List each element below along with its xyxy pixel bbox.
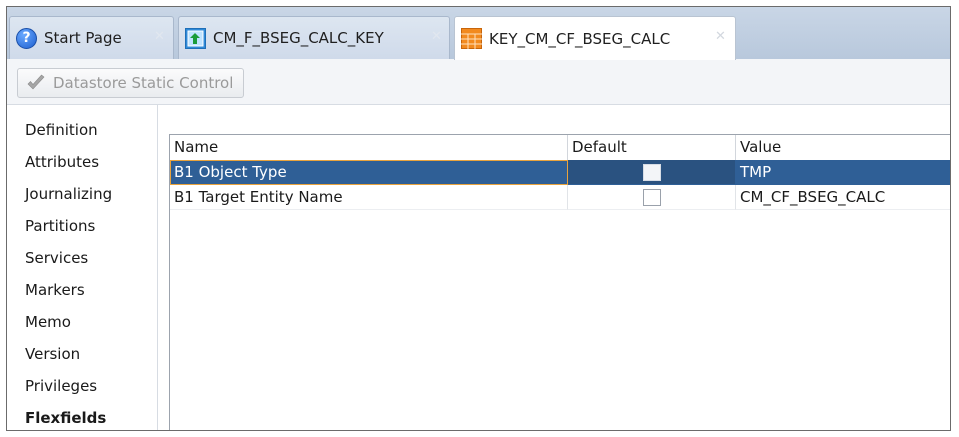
flexfield-name-cell[interactable]: B1 Target Entity Name xyxy=(170,185,568,210)
sidebar-item-partitions[interactable]: Partitions xyxy=(25,211,95,241)
close-icon[interactable]: ✕ xyxy=(431,29,442,44)
flexfields-panel: Name Default Value B1 Object Type TMP B1… xyxy=(158,105,950,430)
sidebar-item-memo[interactable]: Memo xyxy=(25,307,71,337)
sidebar-item-attributes[interactable]: Attributes xyxy=(25,147,99,177)
checkmark-icon xyxy=(27,74,45,90)
sidebar-item-definition[interactable]: Definition xyxy=(25,115,98,145)
column-header-default[interactable]: Default xyxy=(568,135,736,160)
sidebar-item-flexfields[interactable]: Flexfields xyxy=(25,403,106,430)
button-label: Datastore Static Control xyxy=(53,74,234,92)
sidebar: Definition Attributes Journalizing Parti… xyxy=(7,105,158,430)
sidebar-item-markers[interactable]: Markers xyxy=(25,275,85,305)
column-header-name[interactable]: Name xyxy=(170,135,568,160)
flexfield-default-cell xyxy=(568,160,736,185)
editor-window: ? Start Page ✕ CM_F_BSEG_CALC_KEY ✕ KEY_… xyxy=(6,6,951,431)
tab-cm-f-bseg-calc-key[interactable]: CM_F_BSEG_CALC_KEY ✕ xyxy=(178,16,450,59)
sidebar-item-version[interactable]: Version xyxy=(25,339,80,369)
column-header-value[interactable]: Value xyxy=(736,135,950,160)
sidebar-item-services[interactable]: Services xyxy=(25,243,88,273)
toolbar: Datastore Static Control xyxy=(7,59,950,105)
tab-start-page[interactable]: ? Start Page ✕ xyxy=(9,16,174,59)
table-row[interactable]: B1 Target Entity Name CM_CF_BSEG_CALC xyxy=(170,185,950,210)
flexfield-default-cell xyxy=(568,185,736,210)
entity-icon xyxy=(185,27,206,49)
flexfields-table: Name Default Value B1 Object Type TMP B1… xyxy=(169,134,950,430)
tab-label: KEY_CM_CF_BSEG_CALC xyxy=(489,29,671,48)
sidebar-item-privileges[interactable]: Privileges xyxy=(25,371,97,401)
flexfield-value-cell[interactable]: TMP xyxy=(736,160,950,185)
default-checkbox[interactable] xyxy=(643,189,661,206)
flexfield-value-cell[interactable]: CM_CF_BSEG_CALC xyxy=(736,185,950,210)
editor-tab-bar: ? Start Page ✕ CM_F_BSEG_CALC_KEY ✕ KEY_… xyxy=(7,7,950,60)
flexfield-name-cell[interactable]: B1 Object Type xyxy=(170,160,568,185)
default-checkbox[interactable] xyxy=(643,164,661,181)
table-icon xyxy=(461,28,482,49)
tab-label: Start Page xyxy=(44,29,122,47)
tab-label: CM_F_BSEG_CALC_KEY xyxy=(213,29,384,47)
help-icon: ? xyxy=(16,27,37,49)
close-icon[interactable]: ✕ xyxy=(715,29,726,44)
close-icon[interactable]: ✕ xyxy=(154,29,165,44)
tab-key-cm-cf-bseg-calc[interactable]: KEY_CM_CF_BSEG_CALC ✕ xyxy=(454,16,736,60)
table-header: Name Default Value xyxy=(170,135,950,161)
sidebar-item-journalizing[interactable]: Journalizing xyxy=(25,179,112,209)
datastore-static-control-button[interactable]: Datastore Static Control xyxy=(17,68,245,98)
table-row[interactable]: B1 Object Type TMP xyxy=(170,160,950,185)
